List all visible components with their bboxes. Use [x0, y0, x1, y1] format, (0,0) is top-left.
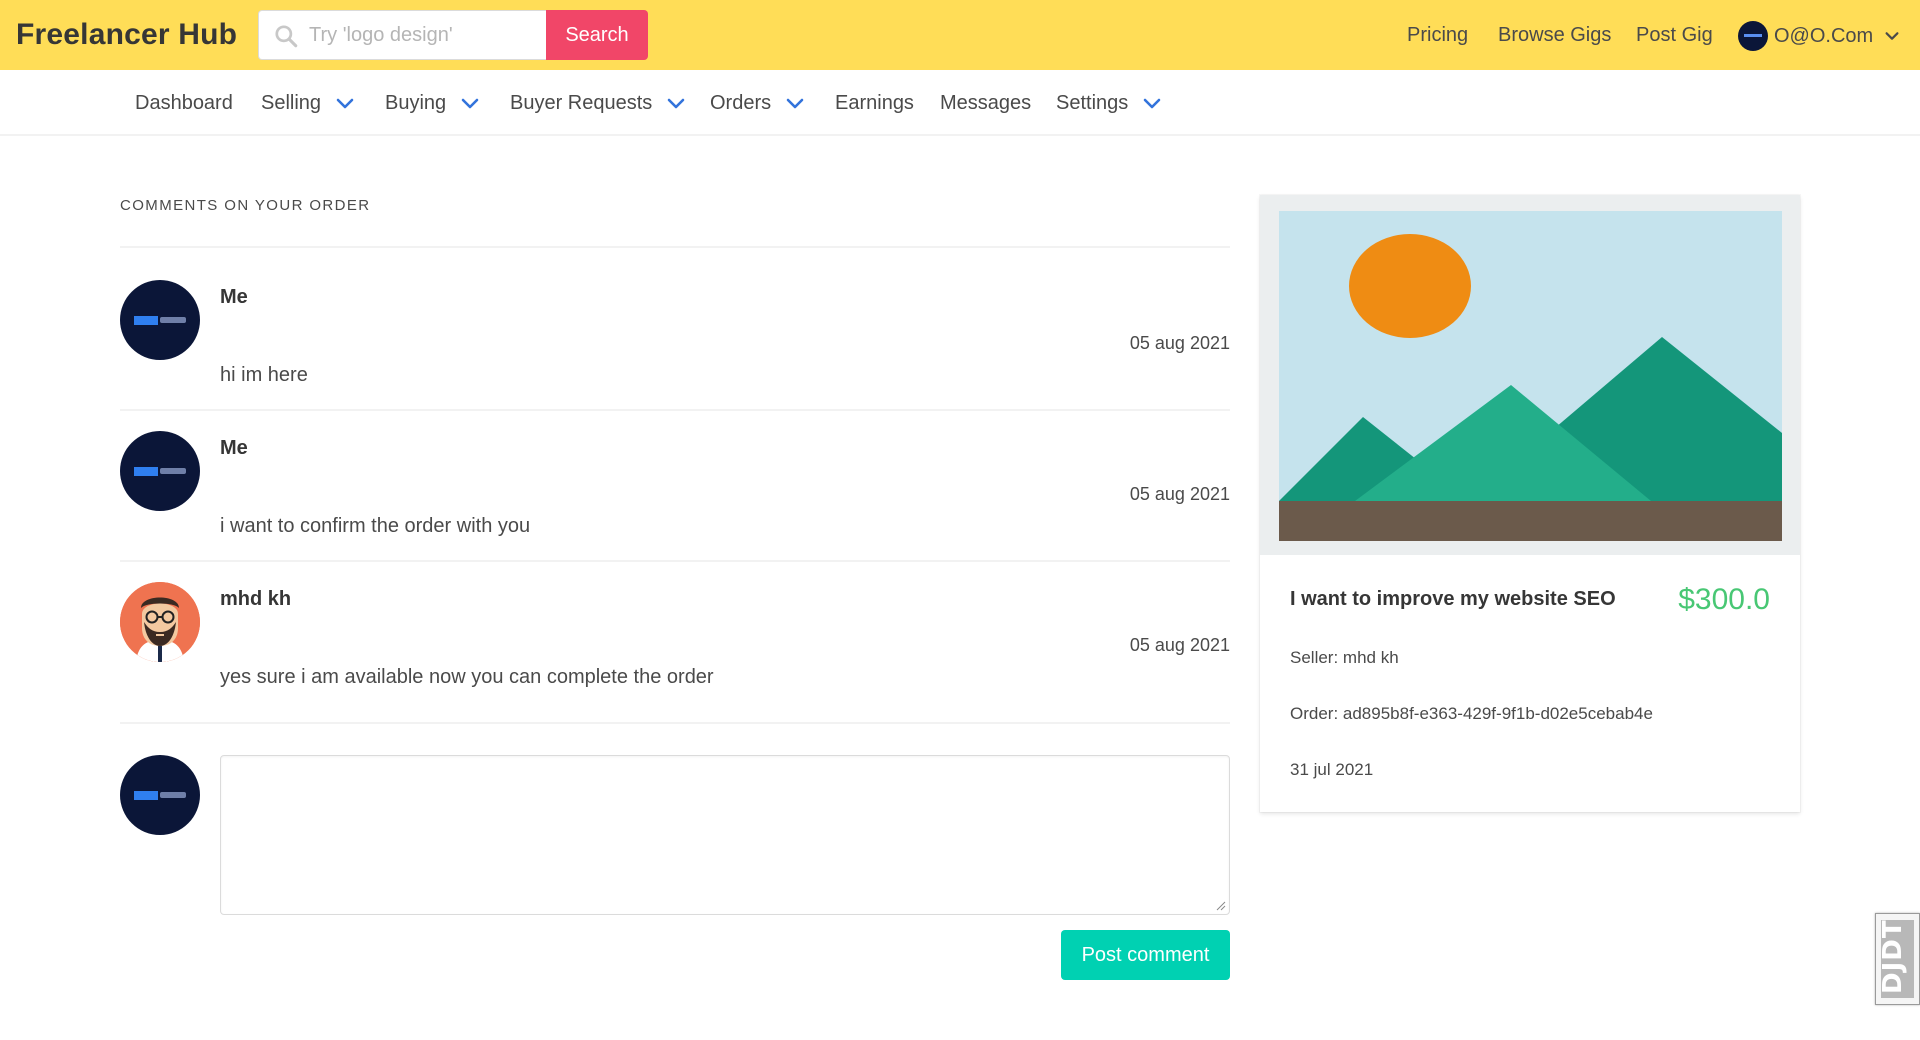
divider: [120, 246, 1230, 248]
debug-toolbar-handle[interactable]: DJDT: [1875, 913, 1920, 1005]
nav-item-buying[interactable]: Buying: [385, 92, 480, 115]
secondary-navbar: Dashboard Selling Buying Buyer Requests …: [0, 70, 1920, 136]
nav-item-buyer-requests[interactable]: Buyer Requests: [510, 92, 686, 115]
post-gig-link[interactable]: Post Gig: [1636, 24, 1713, 47]
gig-card: I want to improve my website SEO $300.0 …: [1260, 195, 1800, 812]
resize-handle-icon[interactable]: [1214, 899, 1226, 911]
landscape-image-icon: [1279, 211, 1782, 541]
nav-item-label: Earnings: [835, 92, 914, 114]
gig-image-container: [1260, 195, 1800, 555]
nav-item-label: Selling: [261, 92, 322, 114]
nav-item-selling[interactable]: Selling: [261, 92, 355, 115]
nav-item-label: Dashboard: [135, 92, 233, 114]
company-logo-text-icon: [160, 792, 186, 798]
chevron-down-icon: [461, 98, 479, 108]
nav-item-label: Buyer Requests: [510, 92, 653, 114]
company-logo-icon: [134, 791, 158, 800]
post-comment-button[interactable]: Post comment: [1061, 930, 1230, 980]
comment-author: Me: [220, 437, 248, 459]
divider: [120, 722, 1230, 724]
comment-item: Me 05 aug 2021 i want to confirm the ord…: [120, 431, 1230, 561]
debug-toolbar-label: DJDT: [1878, 919, 1908, 994]
avatar: [120, 755, 200, 835]
search-button[interactable]: Search: [546, 10, 648, 60]
comment-textarea[interactable]: [221, 756, 1229, 914]
pricing-link[interactable]: Pricing: [1407, 24, 1468, 47]
account-avatar: [1738, 21, 1768, 51]
browse-gigs-link[interactable]: Browse Gigs: [1498, 24, 1611, 47]
gig-order-id: Order: ad895b8f-e363-429f-9f1b-d02e5ceba…: [1290, 704, 1653, 723]
avatar: [120, 582, 200, 662]
company-logo-icon: [134, 316, 158, 325]
chevron-down-icon: [1885, 32, 1899, 40]
comment-author: Me: [220, 286, 248, 308]
company-logo-icon: [134, 467, 158, 476]
top-navbar: Freelancer Hub Search Pricing Browse Gig…: [0, 0, 1920, 70]
gig-price: $300.0: [1678, 583, 1770, 616]
nav-item-orders[interactable]: Orders: [710, 92, 805, 115]
avatar: [120, 280, 200, 360]
comments-section-title: COMMENTS ON YOUR ORDER: [120, 197, 371, 214]
divider: [120, 409, 1230, 411]
gig-date: 31 jul 2021: [1290, 760, 1374, 779]
bearded-man-icon: [120, 582, 200, 662]
avatar: [120, 431, 200, 511]
nav-item-earnings[interactable]: Earnings: [835, 92, 914, 115]
comment-text: hi im here: [220, 364, 308, 386]
nav-item-label: Orders: [710, 92, 772, 114]
company-logo-text-icon: [160, 468, 186, 474]
chevron-down-icon: [1143, 98, 1161, 108]
nav-item-label: Buying: [385, 92, 447, 114]
gig-title[interactable]: I want to improve my website SEO: [1290, 588, 1616, 611]
search-field: [258, 10, 546, 60]
divider: [120, 560, 1230, 562]
nav-item-settings[interactable]: Settings: [1056, 92, 1162, 115]
chevron-down-icon: [667, 98, 685, 108]
gig-seller: Seller: mhd kh: [1290, 648, 1399, 667]
chevron-down-icon: [336, 98, 354, 108]
nav-item-dashboard[interactable]: Dashboard: [135, 92, 233, 115]
comment-textarea-wrapper: [220, 755, 1230, 915]
nav-item-label: Settings: [1056, 92, 1129, 114]
nav-item-label: Messages: [940, 92, 1032, 114]
comment-date: 05 aug 2021: [1129, 484, 1230, 504]
search-icon: [275, 25, 298, 48]
account-email: O@O.Com: [1774, 24, 1874, 47]
comment-item: mhd kh 05 aug 2021 yes sure i am availab…: [120, 582, 1230, 722]
search-input[interactable]: [309, 11, 539, 59]
comment-date: 05 aug 2021: [1129, 333, 1230, 353]
comment-text: yes sure i am available now you can comp…: [220, 666, 714, 688]
brand-logo[interactable]: Freelancer Hub: [16, 18, 237, 52]
comment-date: 05 aug 2021: [1129, 635, 1230, 655]
search-bar: Search: [258, 10, 648, 60]
account-menu[interactable]: O@O.Com: [1738, 20, 1901, 52]
comment-text: i want to confirm the order with you: [220, 515, 531, 537]
company-logo-text-icon: [160, 317, 186, 323]
comment-author: mhd kh: [220, 588, 292, 610]
chevron-down-icon: [786, 98, 804, 108]
nav-item-messages[interactable]: Messages: [940, 92, 1031, 115]
comment-item: Me 05 aug 2021 hi im here: [120, 280, 1230, 410]
